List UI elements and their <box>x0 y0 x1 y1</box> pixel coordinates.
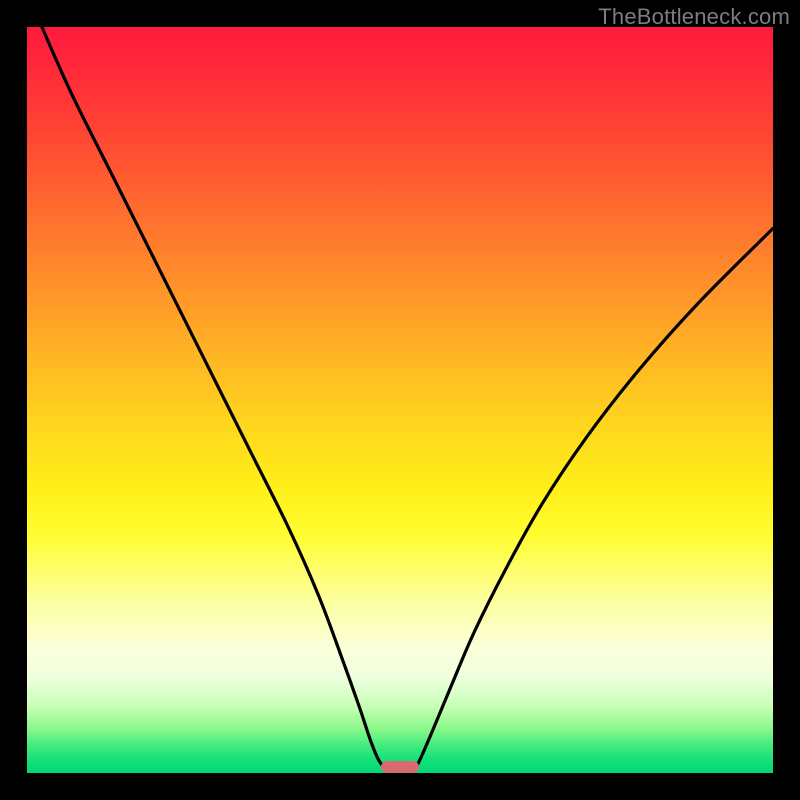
curves-layer <box>27 27 773 773</box>
bottleneck-indicator <box>381 761 418 773</box>
plot-area <box>27 27 773 773</box>
right-curve <box>416 228 773 767</box>
left-curve <box>42 27 384 767</box>
chart-frame: TheBottleneck.com <box>0 0 800 800</box>
